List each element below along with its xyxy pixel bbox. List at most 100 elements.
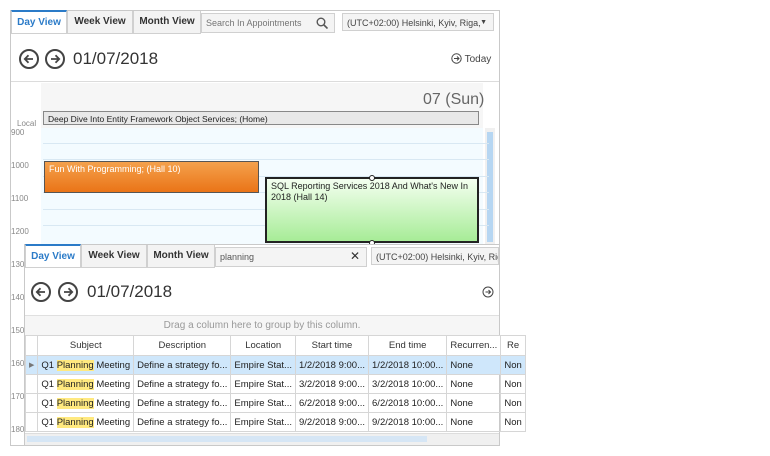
tab-week-view[interactable]: Week View xyxy=(67,11,133,34)
cell-re[interactable]: Non xyxy=(500,412,526,432)
timezone-value: (UTC+02:00) Helsinki, Kyiv, Riga, xyxy=(347,18,481,28)
divider xyxy=(11,81,499,82)
cell-end-time[interactable]: 3/2/2018 10:00... xyxy=(368,374,448,394)
column-header-recurrence[interactable]: Recurren... xyxy=(446,335,502,356)
previous-day-button[interactable] xyxy=(31,282,51,302)
hour-label: 900 xyxy=(11,128,25,137)
subject-text: Meeting xyxy=(93,378,131,390)
table-header-row: Subject Description Location Start time … xyxy=(24,335,526,356)
subject-text: Meeting xyxy=(93,359,131,371)
previous-day-button[interactable] xyxy=(19,49,39,69)
cell-start-time[interactable]: 1/2/2018 9:00... xyxy=(294,355,370,375)
grid-line xyxy=(43,143,489,144)
allday-appointment[interactable]: Deep Dive Into Entity Framework Object S… xyxy=(43,111,479,125)
cell-location[interactable]: Empire Stat... xyxy=(230,393,296,413)
current-date: 01/07/2018 xyxy=(87,282,173,301)
subject-text: Q1 xyxy=(41,378,57,390)
cell-subject[interactable]: Q1 Planning Meeting xyxy=(37,374,135,394)
search-highlight: Planning xyxy=(56,416,94,428)
cell-location[interactable]: Empire Stat... xyxy=(230,374,296,394)
timezone-dropdown[interactable]: (UTC+02:00) Helsinki, Kyiv, Riga, xyxy=(371,247,499,265)
row-indicator xyxy=(24,412,39,432)
next-day-button[interactable] xyxy=(58,282,78,302)
cell-subject[interactable]: Q1 Planning Meeting xyxy=(37,355,135,375)
appointment-search[interactable]: ✕ xyxy=(215,247,367,267)
today-label: Today xyxy=(464,54,492,65)
search-input[interactable] xyxy=(216,248,366,266)
clear-icon[interactable]: ✕ xyxy=(350,249,360,263)
cell-location[interactable]: Empire Stat... xyxy=(230,355,296,375)
arrow-left-icon xyxy=(23,54,33,64)
horizontal-scrollbar[interactable] xyxy=(25,433,499,445)
cell-start-time[interactable]: 9/2/2018 9:00... xyxy=(294,412,370,432)
cell-recurrence[interactable]: None xyxy=(446,393,502,413)
search-input[interactable] xyxy=(202,14,334,32)
column-header-location[interactable]: Location xyxy=(230,335,296,356)
search-highlight: Planning xyxy=(56,359,94,371)
row-indicator xyxy=(24,393,39,413)
subject-text: Q1 xyxy=(41,359,57,371)
appointments-table: Subject Description Location Start time … xyxy=(24,335,526,432)
grid-line xyxy=(43,159,489,160)
cell-location[interactable]: Empire Stat... xyxy=(230,412,296,432)
cell-end-time[interactable]: 6/2/2018 10:00... xyxy=(368,393,448,413)
column-header-subject[interactable]: Subject xyxy=(37,335,135,356)
cell-subject[interactable]: Q1 Planning Meeting xyxy=(37,412,135,432)
hour-label: 1000 xyxy=(11,161,29,170)
calendar-tabbar: Day View Week View Month View (UTC+02:00… xyxy=(11,10,499,35)
cell-description[interactable]: Define a strategy fo... xyxy=(133,412,232,432)
search-highlight: Planning xyxy=(56,378,94,390)
resize-handle-top[interactable] xyxy=(369,175,375,181)
appointment-green[interactable]: SQL Reporting Services 2018 And What's N… xyxy=(265,177,479,243)
day-header: 07 (Sun) xyxy=(423,91,485,108)
appointment-search[interactable] xyxy=(201,13,335,33)
cell-re[interactable]: Non xyxy=(500,355,526,375)
cell-start-time[interactable]: 3/2/2018 9:00... xyxy=(294,374,370,394)
scrollbar-thumb[interactable] xyxy=(27,436,427,442)
today-button[interactable]: Today xyxy=(451,53,491,65)
hour-label: 1200 xyxy=(11,227,29,236)
cell-recurrence[interactable]: None xyxy=(446,355,502,375)
appointment-orange[interactable]: Fun With Programming; (Hall 10) xyxy=(44,161,259,193)
next-day-button[interactable] xyxy=(45,49,65,69)
search-highlight: Planning xyxy=(56,397,94,409)
arrow-right-circle-icon xyxy=(451,53,462,64)
search-icon[interactable] xyxy=(316,17,328,29)
subject-text: Meeting xyxy=(93,416,131,428)
gridview-window: Day View Week View Month View ✕ (UTC+02:… xyxy=(24,244,526,446)
cell-end-time[interactable]: 9/2/2018 10:00... xyxy=(368,412,448,432)
column-header-re[interactable]: Re xyxy=(500,335,526,356)
cell-re[interactable]: Non xyxy=(500,393,526,413)
tab-month-view[interactable]: Month View xyxy=(147,245,215,268)
group-panel[interactable]: Drag a column here to group by this colu… xyxy=(25,315,499,335)
column-header-start-time[interactable]: Start time xyxy=(294,335,370,356)
cell-re[interactable]: Non xyxy=(500,374,526,394)
cell-recurrence[interactable]: None xyxy=(446,412,502,432)
tab-week-view[interactable]: Week View xyxy=(81,245,147,268)
cell-start-time[interactable]: 6/2/2018 9:00... xyxy=(294,393,370,413)
row-indicator-icon: ▶ xyxy=(24,355,39,375)
row-indicator xyxy=(24,374,39,394)
chevron-down-icon[interactable]: ▼ xyxy=(480,14,487,30)
cell-recurrence[interactable]: None xyxy=(446,374,502,394)
arrow-right-circle-icon[interactable] xyxy=(482,286,494,298)
cell-description[interactable]: Define a strategy fo... xyxy=(133,374,232,394)
table-row[interactable]: Q1 Planning Meeting Define a strategy fo… xyxy=(24,374,526,394)
column-header-end-time[interactable]: End time xyxy=(368,335,448,356)
table-row[interactable]: ▶ Q1 Planning Meeting Define a strategy … xyxy=(24,355,526,375)
cell-end-time[interactable]: 1/2/2018 10:00... xyxy=(368,355,448,375)
tab-day-view[interactable]: Day View xyxy=(25,244,81,268)
row-indicator-header xyxy=(24,335,39,356)
cell-subject[interactable]: Q1 Planning Meeting xyxy=(37,393,135,413)
cell-description[interactable]: Define a strategy fo... xyxy=(133,393,232,413)
current-date: 01/07/2018 xyxy=(73,49,159,68)
arrow-left-icon xyxy=(35,287,45,297)
column-header-description[interactable]: Description xyxy=(133,335,232,356)
timezone-dropdown[interactable]: (UTC+02:00) Helsinki, Kyiv, Riga, ▼ xyxy=(342,13,494,31)
tab-month-view[interactable]: Month View xyxy=(133,11,201,34)
tab-day-view[interactable]: Day View xyxy=(11,10,67,34)
subject-text: Meeting xyxy=(93,397,131,409)
table-row[interactable]: Q1 Planning Meeting Define a strategy fo… xyxy=(24,412,526,432)
table-row[interactable]: Q1 Planning Meeting Define a strategy fo… xyxy=(24,393,526,413)
cell-description[interactable]: Define a strategy fo... xyxy=(133,355,232,375)
